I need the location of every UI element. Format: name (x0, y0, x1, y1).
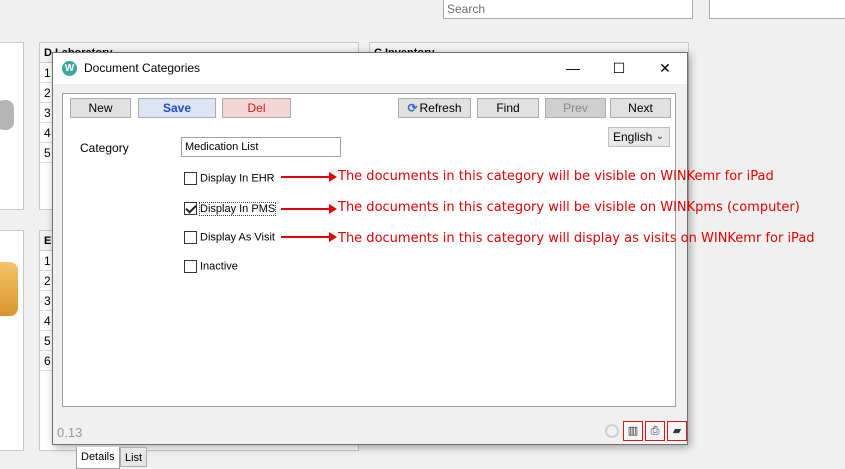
background-orange-icon (0, 262, 18, 316)
display-in-pms-label: Display In PMS (198, 201, 277, 216)
language-value: English (613, 130, 653, 144)
display-in-ehr-label: Display In EHR (200, 172, 275, 185)
inactive-row[interactable]: Inactive (184, 260, 238, 276)
loading-spinner-icon (605, 424, 619, 438)
annotation-ehr: The documents in this category will be v… (338, 169, 774, 184)
wink-app-icon: W (62, 61, 77, 76)
close-button[interactable]: ✕ (642, 53, 688, 84)
chevron-down-icon: ⌄ (655, 131, 664, 142)
tab-details[interactable]: Details (76, 447, 120, 469)
display-in-ehr-checkbox[interactable] (184, 172, 197, 185)
maximize-button[interactable]: ☐ (596, 53, 642, 84)
category-input[interactable] (181, 137, 341, 157)
annotation-arrow-visit (281, 232, 337, 242)
tab-list[interactable]: List (120, 447, 148, 467)
background-field[interactable] (709, 0, 845, 19)
prev-button[interactable]: Prev (545, 98, 606, 118)
inactive-checkbox[interactable] (184, 260, 197, 273)
annotation-visit: The documents in this category will disp… (338, 231, 815, 246)
scanner-icon[interactable]: ▰ (667, 421, 687, 441)
background-search-input[interactable]: Search (443, 0, 693, 19)
display-in-ehr-row[interactable]: Display In EHR (184, 172, 275, 188)
details-panel: New Save Del ⟳ Refresh Find Prev Next Eng… (62, 93, 676, 469)
minimize-button[interactable]: — (550, 53, 596, 84)
display-in-pms-checkbox[interactable] (184, 202, 197, 215)
printer-icon[interactable]: ⎙ (645, 421, 665, 441)
refresh-button[interactable]: ⟳ Refresh (398, 98, 471, 118)
save-button[interactable]: Save (138, 98, 216, 118)
refresh-label: Refresh (419, 101, 462, 115)
refresh-icon: ⟳ (407, 101, 418, 115)
annotation-pms: The documents in this category will be v… (338, 200, 800, 215)
find-button[interactable]: Find (477, 98, 539, 118)
dialog-titlebar[interactable]: W Document Categories — ☐ ✕ (53, 53, 687, 84)
status-text: 0.13 (57, 425, 83, 440)
new-button[interactable]: New (70, 98, 131, 118)
display-as-visit-label: Display As Visit (200, 231, 275, 244)
display-in-pms-row[interactable]: Display In PMS (184, 201, 277, 218)
language-select[interactable]: English ⌄ (608, 127, 670, 147)
display-as-visit-checkbox[interactable] (184, 231, 197, 244)
delete-button[interactable]: Del (222, 98, 291, 118)
inactive-label: Inactive (200, 260, 238, 273)
next-button[interactable]: Next (610, 98, 671, 118)
annotation-arrow-pms (281, 204, 337, 214)
dialog-title: Document Categories (84, 61, 201, 75)
barcode-icon[interactable]: ▥ (623, 421, 643, 441)
category-label: Category (80, 141, 129, 155)
display-as-visit-row[interactable]: Display As Visit (184, 231, 275, 247)
background-gray-icon (0, 100, 14, 130)
document-categories-dialog: W Document Categories — ☐ ✕ New Save Del… (52, 52, 688, 469)
annotation-arrow-ehr (281, 172, 337, 182)
